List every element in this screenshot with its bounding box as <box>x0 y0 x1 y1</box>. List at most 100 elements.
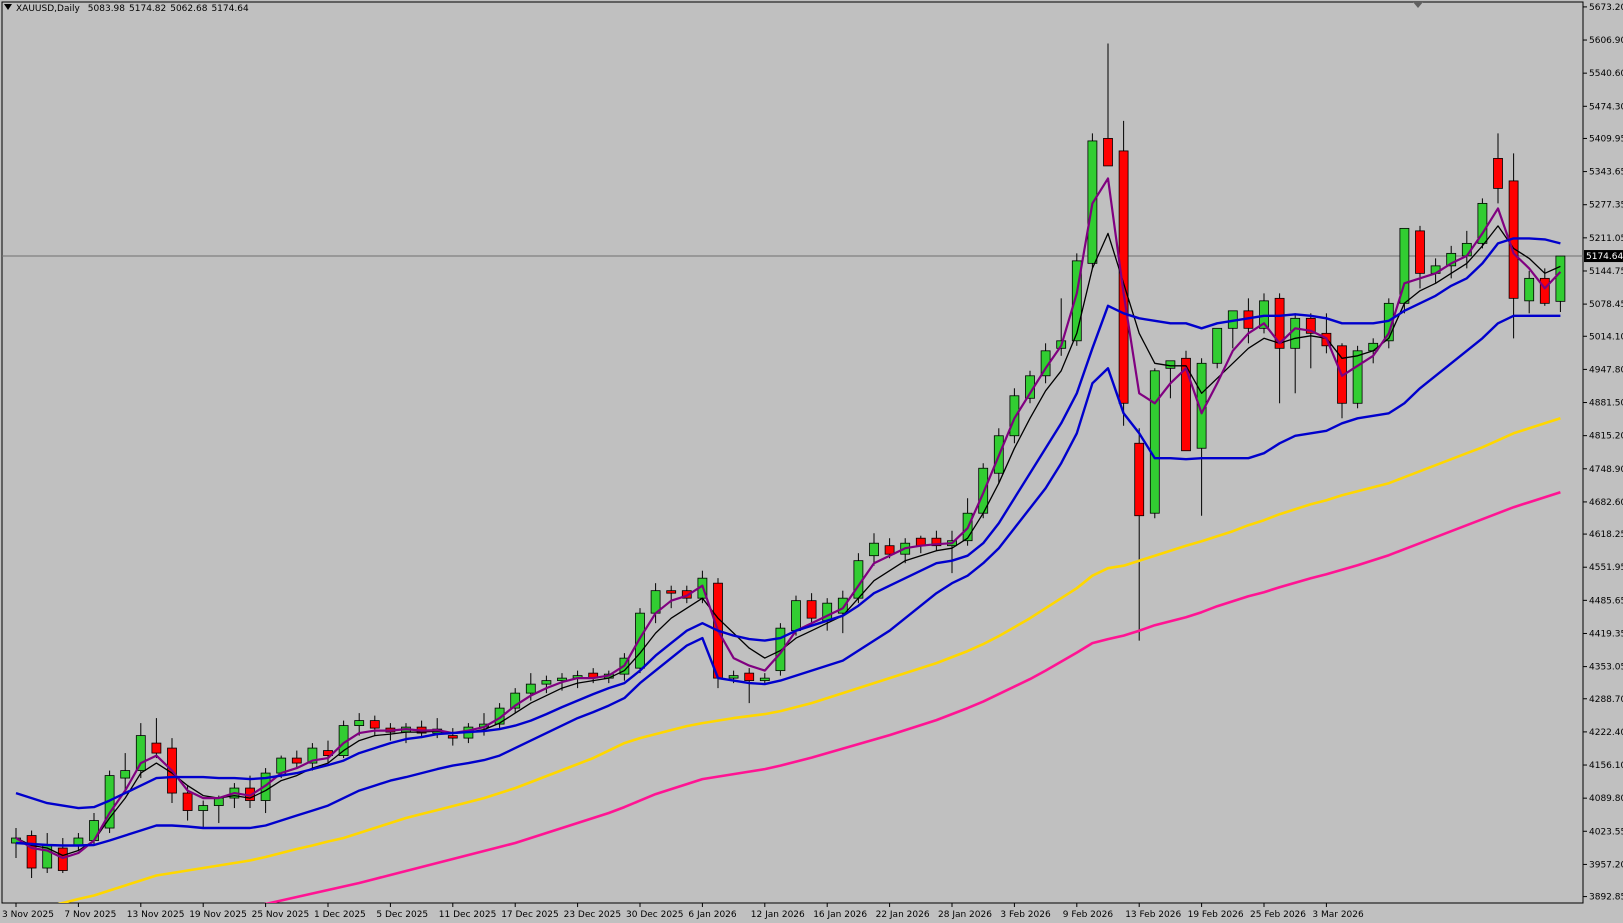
x-tick-label: 19 Feb 2026 <box>1188 910 1244 920</box>
y-tick-label: 5343.65 <box>1589 168 1623 178</box>
y-tick-label: 3892.85 <box>1589 893 1623 903</box>
candle-bull <box>635 612 645 669</box>
candle-bull <box>276 757 287 774</box>
candle-bull <box>791 600 801 632</box>
y-tick-label: 5144.75 <box>1589 267 1623 277</box>
y-tick-label: 4419.35 <box>1589 629 1623 639</box>
x-tick-label: 12 Jan 2026 <box>751 910 805 920</box>
y-tick-label: 5014.10 <box>1589 332 1623 342</box>
price-chart[interactable]: 5673.20 5606.90 5540.60 5474.30 5409.95 5343.… <box>0 0 1623 923</box>
x-tick-label: 9 Feb 2026 <box>1063 910 1114 920</box>
indicator-lines-group <box>15 177 1562 903</box>
candle-bull <box>1009 395 1020 437</box>
candle-bull <box>1149 370 1160 514</box>
indicator-line <box>15 225 1561 857</box>
x-tick-label: 6 Jan 2026 <box>688 910 736 920</box>
candle-bull <box>728 675 739 679</box>
x-tick-label: 30 Dec 2025 <box>626 910 684 920</box>
candle-bear <box>1493 158 1503 189</box>
candle-bull <box>1290 317 1301 349</box>
candle-bull <box>1212 327 1223 364</box>
candle-bull <box>869 542 879 557</box>
plot-border <box>1 1 1584 904</box>
y-tick-label: 3957.20 <box>1589 860 1623 870</box>
y-tick-label: 4748.90 <box>1589 465 1623 475</box>
chart-menu-triangle-icon[interactable] <box>4 4 12 10</box>
y-axis: 5673.20 5606.90 5540.60 5474.30 5409.95 5343.… <box>1583 3 1623 903</box>
y-tick-label: 5606.90 <box>1589 36 1623 46</box>
chart-header: XAUUSD,Daily 5083.98 5174.82 5062.68 5174.64 <box>4 4 253 14</box>
candle-bull <box>1352 350 1363 404</box>
x-tick-label: 11 Dec 2025 <box>439 910 497 920</box>
y-tick-label: 4485.65 <box>1589 596 1623 606</box>
y-tick-label: 5211.05 <box>1589 234 1623 244</box>
y-tick-label: 4881.50 <box>1589 399 1623 409</box>
candle-bear <box>666 590 677 594</box>
y-tick-label: 4618.25 <box>1589 530 1623 540</box>
x-tick-label: 5 Dec 2025 <box>376 910 428 920</box>
y-tick-label: 4947.80 <box>1589 365 1623 375</box>
y-tick-label: 4023.55 <box>1589 827 1623 837</box>
y-tick-label: 5277.35 <box>1589 201 1623 211</box>
ohlc-close: 5174.64 <box>211 4 249 14</box>
candle-bull <box>1165 360 1176 369</box>
candle-bear <box>151 742 162 754</box>
y-tick-label: 4551.95 <box>1589 563 1623 573</box>
y-tick-label: 4156.10 <box>1589 761 1623 771</box>
candle-bear <box>57 847 68 871</box>
y-tick-label: 4353.05 <box>1589 663 1623 673</box>
candle-bull <box>198 805 209 811</box>
x-tick-label: 22 Jan 2026 <box>876 910 930 920</box>
chart-window: 5673.20 5606.90 5540.60 5474.30 5409.95 5343.… <box>0 0 1623 923</box>
candle-bull <box>759 677 770 682</box>
y-tick-label: 4815.20 <box>1589 432 1623 442</box>
candle-bear <box>182 792 193 811</box>
ohlc-open: 5083.98 <box>87 4 126 14</box>
candle-bull <box>1524 277 1535 302</box>
x-tick-label: 3 Nov 2025 <box>2 910 54 920</box>
y-tick-label: 4089.80 <box>1589 794 1623 804</box>
y-tick-label: 4222.40 <box>1589 728 1623 738</box>
x-axis: 3 Nov 2025 7 Nov 2025 13 Nov 2025 19 Nov 20… <box>2 903 1364 920</box>
y-tick-label: 5409.95 <box>1589 134 1623 144</box>
x-tick-label: 3 Feb 2026 <box>1000 910 1051 920</box>
indicator-line <box>57 417 1561 903</box>
candle-bear <box>1415 230 1425 274</box>
y-tick-label: 4288.70 <box>1589 695 1623 705</box>
y-tick-label: 4682.60 <box>1589 498 1623 508</box>
candle-bear <box>1103 138 1113 167</box>
plot-frame <box>1 1 1584 904</box>
candle-bear <box>1539 277 1550 304</box>
x-tick-label: 17 Dec 2025 <box>501 910 559 920</box>
candle-bear <box>447 735 458 739</box>
y-tick-label: 5078.45 <box>1589 300 1623 310</box>
x-tick-label: 13 Nov 2025 <box>127 910 185 920</box>
candle-bull <box>1555 255 1566 302</box>
candle-bull <box>89 820 99 841</box>
x-tick-label: 25 Nov 2025 <box>252 910 310 920</box>
candles-group <box>11 43 1566 879</box>
candle-bear <box>884 545 895 555</box>
current-price-label: 5174.64 <box>1586 252 1623 262</box>
indicator-line <box>263 490 1561 903</box>
candle-bull <box>120 770 131 779</box>
chart-shift-triangle-icon[interactable] <box>1413 2 1423 8</box>
x-tick-label: 19 Nov 2025 <box>189 910 247 920</box>
candle-bear <box>744 672 755 682</box>
y-tick-label: 5673.20 <box>1589 3 1623 13</box>
candle-bull <box>541 680 552 685</box>
x-tick-label: 23 Dec 2025 <box>564 910 622 920</box>
candle-bull <box>525 683 536 694</box>
candle-bear <box>806 600 817 619</box>
y-tick-label: 5474.30 <box>1589 102 1623 112</box>
x-tick-label: 3 Mar 2026 <box>1312 910 1364 920</box>
x-tick-label: 7 Nov 2025 <box>64 910 116 920</box>
indicator-line <box>15 314 1561 847</box>
x-tick-label: 16 Jan 2026 <box>813 910 867 920</box>
indicator-line <box>15 177 1562 860</box>
x-tick-label: 28 Jan 2026 <box>938 910 992 920</box>
indicator-line <box>15 237 1561 810</box>
candle-bull <box>354 720 365 726</box>
x-tick-label: 13 Feb 2026 <box>1125 910 1181 920</box>
symbol-label: XAUUSD,Daily <box>16 4 80 14</box>
